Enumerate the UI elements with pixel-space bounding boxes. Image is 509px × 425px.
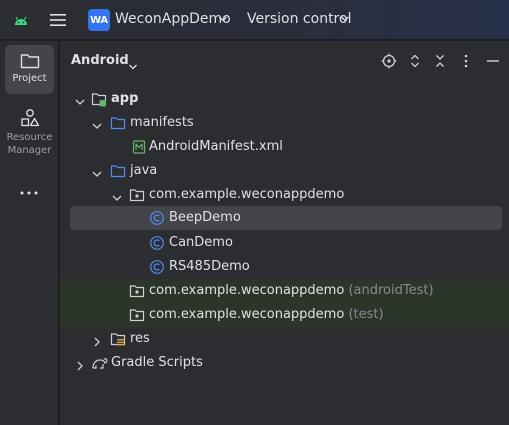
package-icon bbox=[129, 187, 145, 203]
tree-node-label: res bbox=[130, 331, 150, 346]
class-icon bbox=[149, 259, 165, 275]
resource-manager-tool-button[interactable]: Resource Manager bbox=[5, 103, 54, 163]
chevron-down-icon[interactable] bbox=[111, 189, 123, 201]
class-icon bbox=[149, 210, 165, 226]
project-badge[interactable]: WA bbox=[88, 9, 110, 31]
project-tool-button[interactable]: Project bbox=[5, 45, 54, 94]
tree-node-label: manifests bbox=[130, 115, 194, 130]
tree-node-label: java bbox=[130, 163, 158, 178]
project-panel: Android app manifests AndroidManifest.xm… bbox=[60, 41, 509, 425]
android-logo-icon bbox=[13, 12, 29, 28]
chevron-down-icon[interactable] bbox=[91, 117, 103, 129]
version-control-dropdown[interactable]: Version control bbox=[247, 11, 351, 27]
project-view-selector[interactable]: Android bbox=[71, 53, 129, 68]
tool-window-strip: Project Resource Manager bbox=[0, 41, 59, 425]
locate-file-icon[interactable] bbox=[381, 53, 397, 69]
tree-node-label: AndroidManifest.xml bbox=[149, 139, 283, 154]
resources-folder-icon bbox=[110, 331, 126, 347]
tree-node-android-manifest[interactable]: AndroidManifest.xml bbox=[70, 135, 502, 159]
tree-node-gradle-scripts[interactable]: Gradle Scripts bbox=[70, 351, 502, 375]
tree-node-label: RS485Demo bbox=[169, 259, 250, 274]
tree-node-beep-demo[interactable]: BeepDemo bbox=[70, 206, 502, 230]
package-icon bbox=[129, 283, 145, 299]
chevron-down-icon[interactable] bbox=[128, 57, 138, 76]
tree-node-label: com.example.weconappdemo bbox=[149, 187, 345, 202]
module-folder-icon bbox=[91, 91, 107, 107]
tree-node-java[interactable]: java bbox=[70, 159, 502, 183]
tree-node-label: app bbox=[111, 91, 139, 106]
tree-node-label: com.example.weconappdemo (androidTest) bbox=[149, 283, 434, 298]
chevron-right-icon[interactable] bbox=[74, 357, 86, 371]
chevron-right-icon[interactable] bbox=[91, 333, 103, 347]
collapse-all-icon[interactable] bbox=[432, 53, 448, 69]
tree-node-app[interactable]: app bbox=[70, 87, 502, 111]
chevron-down-icon[interactable] bbox=[218, 14, 228, 24]
project-name-dropdown[interactable]: WeconAppDemo bbox=[115, 11, 231, 27]
resource-manager-label-line-2: Manager bbox=[7, 145, 52, 156]
tree-node-rs485-demo[interactable]: RS485Demo bbox=[70, 255, 502, 279]
tree-node-can-demo[interactable]: CanDemo bbox=[70, 231, 502, 255]
tree-node-package-android-test[interactable]: com.example.weconappdemo (androidTest) bbox=[60, 279, 509, 303]
more-tool-windows-icon[interactable] bbox=[19, 183, 39, 195]
folder-icon bbox=[110, 163, 126, 179]
folder-icon bbox=[110, 115, 126, 131]
chevron-down-icon[interactable] bbox=[91, 165, 103, 177]
project-tool-label: Project bbox=[12, 73, 47, 84]
main-menu-icon[interactable] bbox=[49, 12, 67, 28]
gradle-elephant-icon bbox=[91, 355, 108, 371]
options-kebab-icon[interactable] bbox=[458, 53, 474, 69]
tree-node-label: BeepDemo bbox=[169, 210, 241, 225]
tree-node-package-main[interactable]: com.example.weconappdemo bbox=[70, 183, 502, 207]
source-set-suffix: (test) bbox=[348, 307, 384, 322]
tree-node-res[interactable]: res bbox=[70, 327, 502, 351]
chevron-down-icon[interactable] bbox=[340, 14, 350, 24]
manifest-file-icon bbox=[131, 139, 147, 155]
package-icon bbox=[129, 307, 145, 323]
shapes-icon bbox=[20, 109, 39, 127]
hide-panel-icon[interactable] bbox=[485, 53, 501, 69]
chevron-down-icon[interactable] bbox=[74, 93, 86, 105]
tree-node-manifests[interactable]: manifests bbox=[70, 111, 502, 135]
class-icon bbox=[149, 235, 165, 251]
tree-node-package-test[interactable]: com.example.weconappdemo (test) bbox=[60, 303, 509, 327]
folder-icon bbox=[20, 54, 39, 69]
expand-all-icon[interactable] bbox=[407, 53, 423, 69]
tree-node-label: CanDemo bbox=[169, 235, 233, 250]
tree-node-label: Gradle Scripts bbox=[111, 355, 203, 370]
source-set-suffix: (androidTest) bbox=[348, 283, 434, 298]
title-bar: WA WeconAppDemo Version control bbox=[0, 0, 509, 40]
resource-manager-label-line-1: Resource bbox=[6, 132, 53, 143]
tree-node-label: com.example.weconappdemo (test) bbox=[149, 307, 384, 322]
